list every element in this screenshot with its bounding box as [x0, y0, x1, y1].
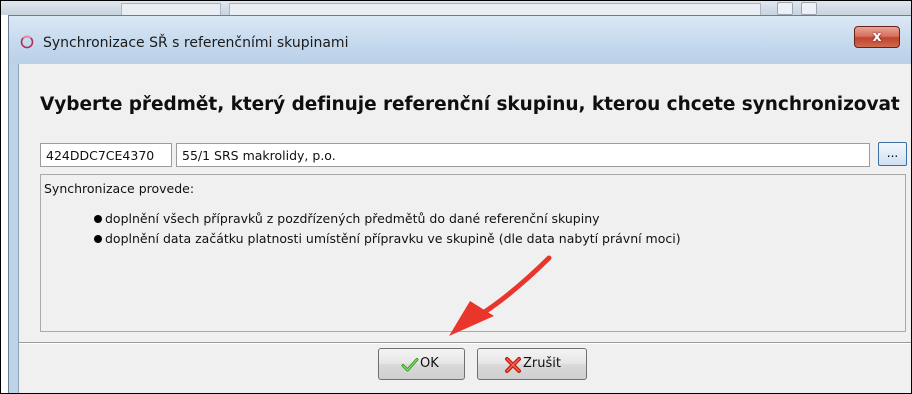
- info-title: Synchronizace provede:: [44, 181, 195, 196]
- instruction-heading: Vyberte předmět, který definuje referenč…: [40, 94, 900, 115]
- screenshot-frame: Synchronizace SŘ s referenčními skupinam…: [0, 0, 912, 394]
- list-item-text: doplnění data začátku platnosti umístění…: [105, 231, 681, 246]
- close-button[interactable]: x: [854, 26, 900, 48]
- background-button: [801, 2, 817, 15]
- divider: [19, 343, 911, 344]
- sync-dialog: Synchronizace SŘ s referenčními skupinam…: [8, 15, 911, 393]
- ok-label: OK: [420, 356, 439, 371]
- dialog-content: Vyberte předmět, který definuje referenč…: [18, 64, 911, 393]
- red-x-icon: [505, 357, 521, 373]
- list-item-text: doplnění všech přípravků z pozdřízených …: [105, 211, 600, 226]
- subject-name-field[interactable]: 55/1 SRS makrolidy, p.o.: [176, 143, 870, 167]
- bullet-icon: [94, 215, 102, 223]
- cancel-button[interactable]: Zrušit: [477, 348, 587, 380]
- info-panel: Synchronizace provede: doplnění všech př…: [40, 174, 906, 332]
- ok-button[interactable]: OK: [378, 348, 465, 380]
- dialog-titlebar[interactable]: Synchronizace SŘ s referenčními skupinam…: [9, 16, 911, 64]
- background-button: [777, 2, 793, 15]
- browse-button[interactable]: ...: [878, 142, 907, 166]
- subject-code-field[interactable]: 424DDC7CE4370: [40, 143, 172, 167]
- list-item: doplnění všech přípravků z pozdřízených …: [94, 211, 600, 226]
- ring-icon: [20, 35, 34, 49]
- cancel-label: Zrušit: [523, 356, 561, 371]
- bullet-icon: [94, 235, 102, 243]
- list-item: doplnění data začátku platnosti umístění…: [94, 231, 681, 246]
- checkmark-icon: [401, 358, 419, 372]
- dialog-title: Synchronizace SŘ s referenčními skupinam…: [43, 35, 349, 51]
- close-icon: x: [872, 29, 882, 45]
- background-application: [1, 1, 911, 16]
